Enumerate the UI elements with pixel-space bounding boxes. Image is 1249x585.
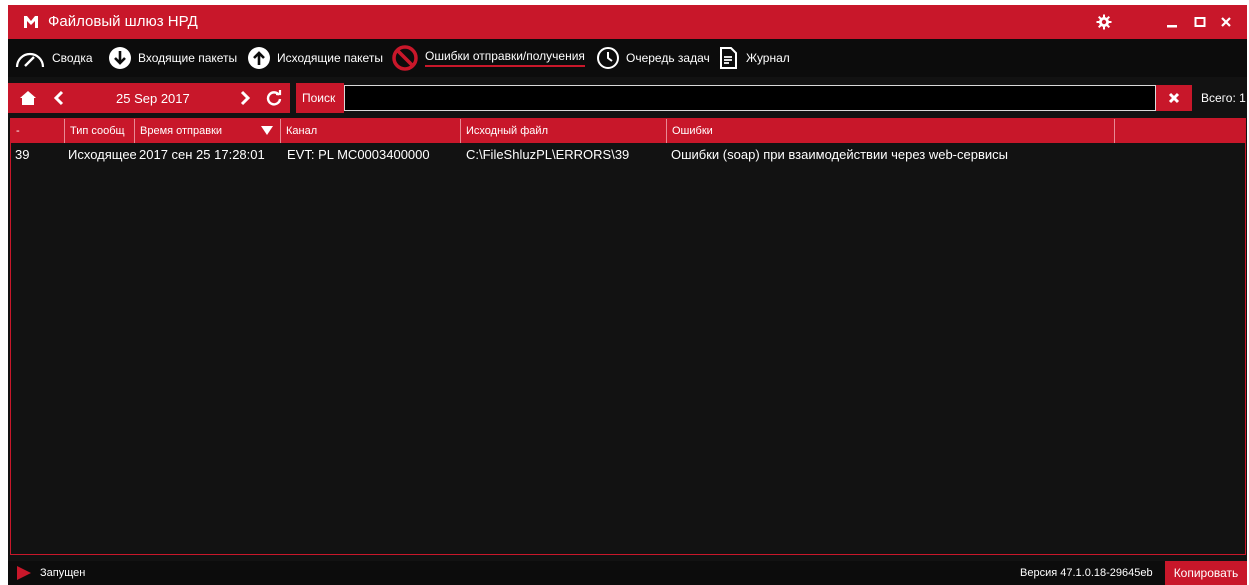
column-header-type[interactable]: Тип сообщ (65, 119, 135, 143)
cell-id: 39 (15, 147, 30, 162)
next-date-button[interactable] (234, 83, 256, 113)
cell-source-file: C:\FileShluzPL\ERRORS\39 (466, 147, 630, 162)
maximize-button[interactable] (1188, 10, 1212, 34)
home-icon (20, 91, 36, 105)
column-header-marker[interactable]: - (11, 119, 65, 143)
nav-item-outgoing[interactable]: Исходящие пакеты (247, 39, 383, 77)
current-date[interactable]: 25 Sep 2017 (116, 91, 190, 106)
nav-item-incoming[interactable]: Входящие пакеты (108, 39, 237, 77)
close-button[interactable] (1214, 10, 1238, 34)
cell-channel: EVT: PL MC0003400000 (287, 147, 430, 162)
gauge-icon (15, 52, 45, 68)
errors-table: - Тип сообщ Время отправки Канал Исходны… (10, 118, 1246, 555)
nav-item-label: Сводка (52, 51, 93, 65)
nav-bar: Сводка Входящие пакеты Исходящие пакеты … (8, 39, 1247, 77)
app-window: Файловый шлюз НРД Сводка Входящие пакеты… (8, 5, 1247, 585)
cell-errors: Ошибки (soap) при взаимодействии через w… (671, 147, 1008, 162)
search-input[interactable] (344, 85, 1156, 111)
chevron-right-icon (240, 90, 251, 106)
clock-icon (597, 47, 619, 69)
maximize-icon (1194, 17, 1206, 27)
refresh-icon (266, 90, 282, 106)
nav-item-journal[interactable]: Журнал (716, 39, 790, 77)
refresh-button[interactable] (262, 83, 286, 113)
column-header-source-file[interactable]: Исходный файл (461, 119, 667, 143)
nav-item-label: Исходящие пакеты (277, 51, 383, 65)
version-label: Версия 47.1.0.18-29645eb (1020, 567, 1153, 579)
gear-icon[interactable] (1092, 10, 1116, 34)
cell-type: Исходящее (68, 147, 136, 162)
close-icon (1221, 17, 1231, 27)
table-header: - Тип сообщ Время отправки Канал Исходны… (11, 119, 1245, 143)
service-status: Запущен (40, 567, 86, 579)
toolbar: 25 Sep 2017 Поиск Всего: 1 (8, 83, 1247, 113)
chevron-left-icon (53, 90, 64, 106)
column-header-channel[interactable]: Канал (281, 119, 461, 143)
play-icon (17, 566, 31, 580)
minimize-button[interactable] (1160, 10, 1184, 34)
tab-errors[interactable]: Ошибки отправки/получения (391, 39, 585, 77)
minimize-icon (1167, 25, 1177, 28)
arrow-down-circle-icon (109, 47, 131, 69)
nav-item-summary[interactable]: Сводка (14, 39, 93, 77)
prev-date-button[interactable] (48, 83, 70, 113)
status-bar: Запущен Версия 47.1.0.18-29645eb Копиров… (8, 561, 1247, 585)
logo-icon (24, 16, 38, 28)
column-header-label: Время отправки (140, 125, 223, 137)
column-header-errors[interactable]: Ошибки (667, 119, 1115, 143)
title-bar: Файловый шлюз НРД (8, 5, 1247, 39)
nav-item-label: Журнал (746, 51, 790, 65)
table-row[interactable]: 39 Исходящее 2017 сен 25 17:28:01 EVT: P… (11, 145, 1245, 165)
nav-item-label: Входящие пакеты (138, 51, 238, 65)
clear-search-button[interactable] (1156, 85, 1192, 111)
home-button[interactable] (16, 83, 40, 113)
nav-item-label: Очередь задач (626, 51, 710, 65)
copy-button[interactable]: Копировать (1165, 561, 1247, 585)
total-count: Всего: 1 (1201, 91, 1246, 105)
sort-desc-icon (261, 126, 273, 135)
column-header-extra[interactable] (1115, 119, 1245, 143)
window-title: Файловый шлюз НРД (48, 13, 198, 30)
cell-send-time: 2017 сен 25 17:28:01 (139, 147, 265, 162)
document-icon (720, 47, 737, 69)
nav-item-label: Ошибки отправки/получения (425, 49, 585, 67)
clear-icon (1168, 92, 1180, 104)
arrow-up-circle-icon (248, 47, 270, 69)
date-navigator: 25 Sep 2017 (8, 83, 290, 113)
nav-item-task-queue[interactable]: Очередь задач (596, 39, 710, 77)
column-header-send-time[interactable]: Время отправки (135, 119, 281, 143)
search-label: Поиск (296, 83, 344, 113)
prohibited-icon (392, 45, 418, 71)
